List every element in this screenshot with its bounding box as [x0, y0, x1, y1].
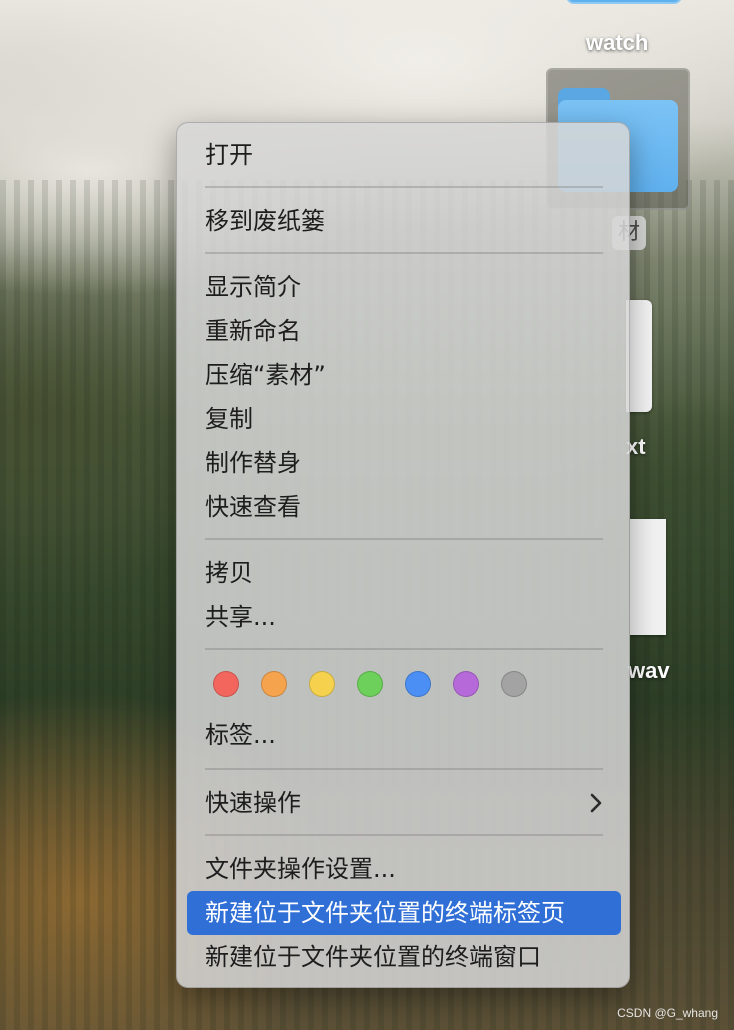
tag-red-dot[interactable]: [213, 671, 239, 697]
menu-item-open[interactable]: 打开: [187, 133, 621, 177]
menu-separator: [205, 186, 603, 188]
wav-file-label[interactable]: wav: [628, 658, 670, 684]
menu-item-duplicate[interactable]: 复制: [187, 397, 621, 441]
menu-separator: [205, 252, 603, 254]
menu-item-quick-actions[interactable]: 快速操作: [187, 781, 621, 825]
menu-item-tags[interactable]: 标签...: [187, 713, 621, 757]
menu-item-new-terminal-tab[interactable]: 新建位于文件夹位置的终端标签页: [187, 891, 621, 935]
quick-actions-label: 快速操作: [205, 789, 301, 817]
tag-blue-dot[interactable]: [405, 671, 431, 697]
tag-purple-dot[interactable]: [453, 671, 479, 697]
menu-item-share[interactable]: 共享...: [187, 595, 621, 639]
menu-separator: [205, 538, 603, 540]
menu-separator: [205, 834, 603, 836]
audio-file-icon[interactable]: [630, 519, 666, 635]
partial-folder-icon[interactable]: [566, 0, 682, 4]
tag-green-dot[interactable]: [357, 671, 383, 697]
watch-icon-label[interactable]: watch: [586, 30, 648, 56]
menu-item-new-terminal-window[interactable]: 新建位于文件夹位置的终端窗口: [187, 935, 621, 979]
menu-separator: [205, 768, 603, 770]
watermark-text: CSDN @G_whang: [617, 1006, 718, 1020]
tag-gray-dot[interactable]: [501, 671, 527, 697]
chevron-right-icon: [589, 781, 603, 839]
menu-item-move-to-trash[interactable]: 移到废纸篓: [187, 199, 621, 243]
tag-orange-dot[interactable]: [261, 671, 287, 697]
context-menu: 打开 移到废纸篓 显示简介 重新命名 压缩“素材” 复制 制作替身 快速查看 拷…: [176, 122, 630, 988]
menu-item-copy[interactable]: 拷贝: [187, 551, 621, 595]
menu-item-make-alias[interactable]: 制作替身: [187, 441, 621, 485]
tag-yellow-dot[interactable]: [309, 671, 335, 697]
menu-item-folder-actions-setup[interactable]: 文件夹操作设置...: [187, 847, 621, 891]
menu-item-get-info[interactable]: 显示简介: [187, 265, 621, 309]
menu-separator: [205, 648, 603, 650]
menu-item-rename[interactable]: 重新命名: [187, 309, 621, 353]
menu-item-quick-look[interactable]: 快速查看: [187, 485, 621, 529]
menu-item-compress[interactable]: 压缩“素材”: [187, 353, 621, 397]
